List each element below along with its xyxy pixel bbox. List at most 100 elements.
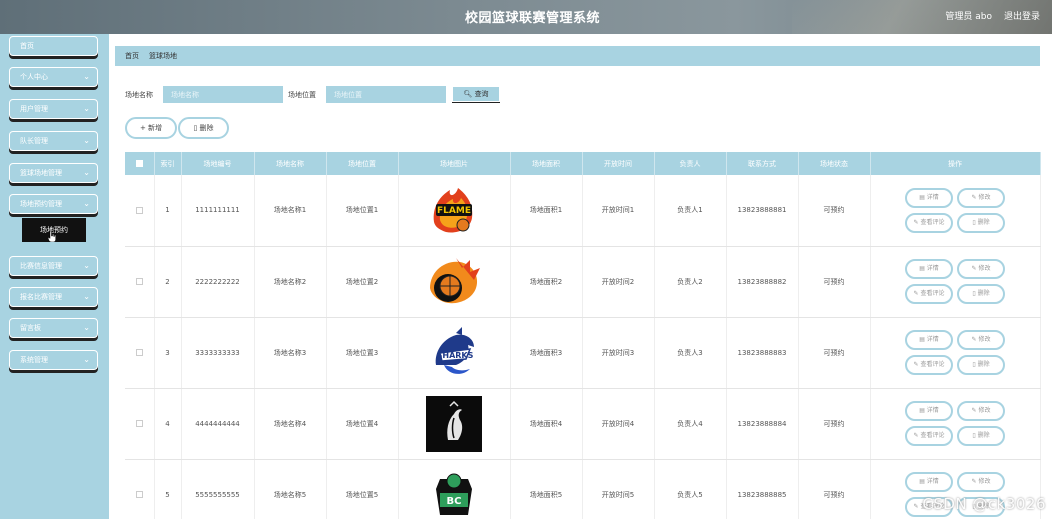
column-header: 场地状态 (798, 152, 871, 175)
delete-button[interactable]: ▯ 删除 (957, 284, 1005, 304)
add-button[interactable]: + 新增 (125, 117, 177, 139)
row-select-cell (125, 246, 155, 318)
row-checkbox[interactable] (135, 420, 143, 427)
delete-button[interactable]: ▯ 删除 (957, 355, 1005, 375)
delete-button[interactable]: ▯ 删除 (957, 426, 1005, 446)
table-row: 5 5555555555 场地名称5 场地位置5 BC 场地面积5 开放时间5 … (125, 459, 1041, 519)
batch-delete-button[interactable]: ▯ 删除 (178, 117, 229, 139)
query-button-label: 查询 (474, 90, 489, 98)
cell-phone: 13823888884 (726, 388, 799, 460)
delete-label: 删除 (977, 290, 990, 297)
pencil-icon: ✎ (971, 193, 977, 201)
court-location-label: 场地位置 (288, 91, 316, 99)
table-row: 4 4444444444 场地名称4 场地位置4 场地面积4 开放时间4 负责人… (125, 388, 1041, 460)
cell-open-time: 开放时间2 (582, 246, 655, 318)
sidebar-item-system[interactable]: 系统管理 ⌄ (9, 350, 98, 370)
cell-status: 可预约 (798, 388, 871, 460)
column-header: 场地面积 (510, 152, 583, 175)
detail-button[interactable]: ▤ 详情 (905, 259, 953, 279)
edit-button[interactable]: ✎ 修改 (957, 259, 1005, 279)
cell-open-time: 开放时间1 (582, 175, 655, 247)
column-header: 联系方式 (726, 152, 799, 175)
logout-link[interactable]: 退出登录 (1004, 9, 1040, 22)
column-header: 负责人 (654, 152, 727, 175)
detail-button[interactable]: ▤ 详情 (905, 187, 953, 208)
edit-button[interactable]: ✎ 修改 (957, 401, 1005, 421)
chevron-down-icon: ⌄ (83, 261, 90, 270)
sidebar-item-matches[interactable]: 比赛信息管理 ⌄ (9, 256, 98, 276)
cell-status: 可预约 (798, 175, 871, 247)
edit-label: 修改 (978, 193, 991, 201)
cell-image: FLAME (398, 175, 511, 247)
cell-actions: ▤ 详情 ✎ 修改 ✎ 查看评论 ▯ 删除 (870, 175, 1041, 247)
pencil-icon: ✎ (971, 336, 977, 343)
edit-button[interactable]: ✎ 修改 (957, 187, 1005, 208)
delete-button[interactable]: ▯ 删除 (957, 212, 1005, 233)
cell-name: 场地名称1 (254, 175, 327, 247)
edit-label: 修改 (978, 336, 991, 343)
row-select-cell (125, 388, 155, 460)
delete-label: 删除 (977, 218, 990, 226)
flaming-basketball-logo[interactable] (426, 253, 482, 310)
sidebar-item-label: 用户管理 (20, 105, 48, 113)
cell-area: 场地面积2 (510, 246, 583, 318)
cell-code: 4444444444 (181, 388, 255, 460)
flame-team-logo[interactable]: FLAME (426, 182, 482, 238)
sidebar-item-home[interactable]: 首页 (9, 36, 98, 56)
sidebar-item-label: 队长管理 (20, 137, 48, 145)
cell-name: 场地名称5 (254, 459, 327, 519)
sidebar-item-label: 篮球场地管理 (20, 169, 62, 177)
sidebar-item-courts[interactable]: 篮球场地管理 ⌄ (9, 163, 98, 183)
shark-team-logo[interactable]: SHARKS (426, 325, 482, 381)
cell-actions: ▤ 详情 ✎ 修改 ✎ 查看评论 ▯ 删除 (870, 388, 1041, 460)
view-comments-button[interactable]: ✎ 查看评论 (905, 284, 953, 304)
search-icon: 🔍︎ (463, 90, 473, 98)
view-comments-button[interactable]: ✎ 查看评论 (905, 355, 953, 375)
courts-table: 索引 场地编号 场地名称 场地位置 场地图片 场地面积 开放时间 负责人 联系方… (125, 152, 1041, 519)
table-header-row: 索引 场地编号 场地名称 场地位置 场地图片 场地面积 开放时间 负责人 联系方… (125, 152, 1041, 175)
cell-location: 场地位置5 (326, 459, 399, 519)
row-checkbox[interactable] (135, 349, 143, 356)
column-header: 操作 (870, 152, 1041, 175)
sidebar-item-users[interactable]: 用户管理 ⌄ (9, 99, 98, 119)
row-checkbox[interactable] (135, 206, 143, 214)
chevron-down-icon: ⌄ (83, 104, 90, 113)
sidebar-item-reservations[interactable]: 场地预约管理 ⌄ (9, 194, 98, 214)
detail-button[interactable]: ▤ 详情 (905, 330, 953, 350)
chevron-down-icon: ⌄ (83, 168, 90, 177)
cell-open-time: 开放时间4 (582, 388, 655, 460)
cell-open-time: 开放时间3 (582, 317, 655, 389)
trash-icon: ▯ (972, 361, 976, 368)
view-comments-button[interactable]: ✎ 查看评论 (905, 212, 953, 233)
court-name-input[interactable] (163, 86, 283, 103)
table-row: 3 3333333333 场地名称3 场地位置3 SHARKS 场地面积3 开放… (125, 317, 1041, 389)
svg-text:SHARKS: SHARKS (437, 351, 474, 360)
cell-code: 2222222222 (181, 246, 255, 318)
edit-label: 修改 (978, 407, 991, 414)
breadcrumb: 首页 篮球场地 (115, 46, 1040, 66)
query-button[interactable]: 🔍︎ 查询 (452, 86, 500, 102)
select-all-checkbox[interactable] (135, 160, 143, 167)
row-checkbox[interactable] (135, 278, 143, 285)
sidebar-item-profile[interactable]: 个人中心 ⌄ (9, 67, 98, 87)
cell-location: 场地位置3 (326, 317, 399, 389)
edit-button[interactable]: ✎ 修改 (957, 472, 1005, 492)
row-checkbox[interactable] (135, 491, 143, 498)
basketball-team-logo[interactable]: BC (426, 467, 482, 519)
detail-button[interactable]: ▤ 详情 (905, 401, 953, 421)
sidebar-item-captains[interactable]: 队长管理 ⌄ (9, 131, 98, 151)
cell-image (398, 246, 511, 318)
detail-button[interactable]: ▤ 详情 (905, 472, 953, 492)
cell-manager: 负责人5 (654, 459, 727, 519)
pencil-icon: ✎ (913, 361, 919, 368)
document-icon: ▤ (919, 478, 925, 485)
edit-button[interactable]: ✎ 修改 (957, 330, 1005, 350)
court-location-input[interactable] (326, 86, 446, 103)
chevron-down-icon: ⌄ (83, 136, 90, 145)
sidebar-item-messages[interactable]: 留言板 ⌄ (9, 318, 98, 338)
view-comments-button[interactable]: ✎ 查看评论 (905, 426, 953, 446)
breadcrumb-home[interactable]: 首页 (125, 52, 139, 60)
sidebar-item-registrations[interactable]: 报名比赛管理 ⌄ (9, 287, 98, 307)
knight-logo[interactable] (426, 395, 482, 452)
cell-manager: 负责人2 (654, 246, 727, 318)
